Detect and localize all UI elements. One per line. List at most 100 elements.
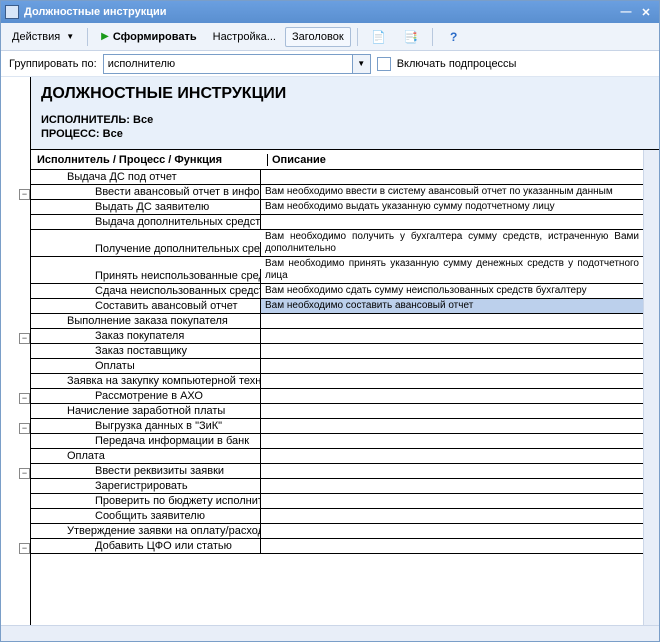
table-row[interactable]: Сдача неиспользованных средствВам необхо… <box>31 284 643 299</box>
table-row[interactable]: Добавить ЦФО или статью <box>31 539 643 554</box>
settings-button[interactable]: Настройка... <box>206 27 283 47</box>
group-by-combo[interactable]: ▼ <box>103 54 371 74</box>
table-row[interactable]: Составить авансовый отчетВам необходимо … <box>31 299 643 314</box>
doc-title: ДОЛЖНОСТНЫЕ ИНСТРУКЦИИ <box>41 85 649 103</box>
window-icon <box>5 5 19 19</box>
tree-toggle[interactable]: − <box>19 333 30 344</box>
table-row[interactable]: Ввести авансовый отчет в инфоВам необход… <box>31 185 643 200</box>
cell-function: Начисление заработной платы <box>31 404 261 418</box>
cell-function: Выдать ДС заявителю <box>31 200 261 214</box>
cell-description <box>261 371 643 373</box>
cell-description <box>261 431 643 433</box>
table-row[interactable]: Сообщить заявителю <box>31 509 643 524</box>
tree-gutter: − − − − − − <box>1 77 31 625</box>
table-row[interactable]: Оплаты <box>31 359 643 374</box>
cell-function: Получение дополнительных сред <box>31 242 261 256</box>
cell-description: Вам необходимо выдать указанную сумму по… <box>261 200 643 214</box>
filter-bar: Группировать по: ▼ Включать подпроцессы <box>1 51 659 77</box>
table-row[interactable]: Начисление заработной платы <box>31 404 643 419</box>
cell-function: Выдача ДС под отчет <box>31 170 261 184</box>
tree-toggle[interactable]: − <box>19 393 30 404</box>
cell-description <box>261 356 643 358</box>
caption-button[interactable]: Заголовок <box>285 27 351 47</box>
cell-function: Составить авансовый отчет <box>31 299 261 313</box>
cell-function: Выполнение заказа покупателя <box>31 314 261 328</box>
cell-description <box>261 401 643 403</box>
cell-function: Выдача дополнительных средств <box>31 215 261 229</box>
export-icon: 📑 <box>403 29 419 45</box>
table-row[interactable]: Оплата <box>31 449 643 464</box>
tree-toggle[interactable]: − <box>19 189 30 200</box>
table-row[interactable]: Заказ покупателя <box>31 329 643 344</box>
col-header-b: Описание <box>267 154 643 166</box>
build-button[interactable]: ▶ Сформировать <box>94 27 204 47</box>
table-row[interactable]: Выполнение заказа покупателя <box>31 314 643 329</box>
cell-description <box>261 506 643 508</box>
minimize-button[interactable]: — <box>617 4 635 20</box>
table-row[interactable]: Получение дополнительных средВам необход… <box>31 230 643 257</box>
table-row[interactable]: Проверить по бюджету исполнит <box>31 494 643 509</box>
content-area: − − − − − − ДОЛЖНОСТНЫЕ ИНСТРУКЦИИ ИСПОЛНИТЕЛ… <box>1 77 659 641</box>
table-row[interactable]: Утверждение заявки на оплату/расход <box>31 524 643 539</box>
cell-function: Сдача неиспользованных средств <box>31 284 261 298</box>
table-row[interactable]: Зарегистрировать <box>31 479 643 494</box>
cell-description <box>261 182 643 184</box>
cell-function: Заявка на закупку компьютерной техни <box>31 374 261 388</box>
cell-description: Вам необходимо составить авансовый отчет <box>261 299 643 313</box>
table-row[interactable]: Выдача дополнительных средств <box>31 215 643 230</box>
include-subprocesses-checkbox[interactable] <box>377 57 391 71</box>
cell-function: Ввести авансовый отчет в инфо <box>31 185 261 199</box>
tree-toggle[interactable]: − <box>19 423 30 434</box>
table-row[interactable]: Заказ поставщику <box>31 344 643 359</box>
horizontal-scrollbar[interactable] <box>1 625 659 641</box>
table-row[interactable]: Принять неиспользованные средВам необход… <box>31 257 643 284</box>
table-row[interactable]: Передача информации в банк <box>31 434 643 449</box>
cell-description <box>261 326 643 328</box>
cell-function: Зарегистрировать <box>31 479 261 493</box>
mail-icon: 📄 <box>371 29 387 45</box>
help-button[interactable]: ? <box>439 25 469 49</box>
chevron-down-icon[interactable]: ▼ <box>352 55 370 73</box>
table-row[interactable]: Заявка на закупку компьютерной техни <box>31 374 643 389</box>
table-row[interactable]: Выдача ДС под отчет <box>31 170 643 185</box>
cell-function: Заказ поставщику <box>31 344 261 358</box>
titlebar: Должностные инструкции — ✕ <box>1 1 659 23</box>
play-icon: ▶ <box>101 31 109 42</box>
close-button[interactable]: ✕ <box>637 4 655 20</box>
cell-function: Передача информации в банк <box>31 434 261 448</box>
cell-description <box>261 476 643 478</box>
table-row[interactable]: Выдать ДС заявителюВам необходимо выдать… <box>31 200 643 215</box>
cell-function: Проверить по бюджету исполнит <box>31 494 261 508</box>
doc-header: ДОЛЖНОСТНЫЕ ИНСТРУКЦИИ ИСПОЛНИТЕЛЬ: Все … <box>31 77 659 150</box>
group-by-input[interactable] <box>104 55 352 73</box>
grid-body: Выдача ДС под отчетВвести авансовый отче… <box>31 170 643 625</box>
cell-function: Утверждение заявки на оплату/расход <box>31 524 261 538</box>
cell-function: Оплата <box>31 449 261 463</box>
cell-function: Добавить ЦФО или статью <box>31 539 261 553</box>
table-row[interactable]: Рассмотрение в АХО <box>31 389 643 404</box>
cell-description <box>261 386 643 388</box>
help-icon: ? <box>446 29 462 45</box>
cell-function: Заказ покупателя <box>31 329 261 343</box>
cell-function: Ввести реквизиты заявки <box>31 464 261 478</box>
table-row[interactable]: Ввести реквизиты заявки <box>31 464 643 479</box>
actions-menu[interactable]: Действия ▼ <box>5 27 81 47</box>
group-by-label: Группировать по: <box>9 58 97 70</box>
tool-icon-2[interactable]: 📑 <box>396 25 426 49</box>
cell-function: Принять неиспользованные сред <box>31 269 261 283</box>
cell-function: Выгрузка данных в "ЗиК" <box>31 419 261 433</box>
cell-description: Вам необходимо принять указанную сумму д… <box>261 257 643 283</box>
cell-description <box>261 521 643 523</box>
table-row[interactable]: Выгрузка данных в "ЗиК" <box>31 419 643 434</box>
cell-description <box>261 227 643 229</box>
cell-description <box>261 536 643 538</box>
cell-description <box>261 446 643 448</box>
app-window: Должностные инструкции — ✕ Действия ▼ ▶ … <box>0 0 660 642</box>
include-subprocesses-label: Включать подпроцессы <box>397 58 517 70</box>
cell-description <box>261 416 643 418</box>
tree-toggle[interactable]: − <box>19 543 30 554</box>
tool-icon-1[interactable]: 📄 <box>364 25 394 49</box>
tree-toggle[interactable]: − <box>19 468 30 479</box>
doc-meta: ИСПОЛНИТЕЛЬ: Все ПРОЦЕСС: Все <box>41 113 649 141</box>
vertical-scrollbar[interactable] <box>643 150 659 625</box>
